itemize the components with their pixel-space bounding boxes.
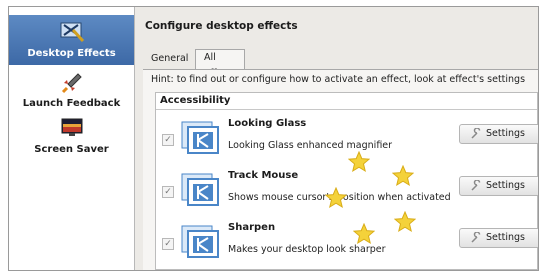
rocket-icon bbox=[60, 71, 84, 98]
effect-name: Sharpen bbox=[228, 222, 276, 233]
settings-button[interactable]: Settings bbox=[459, 124, 538, 147]
page-title: Configure desktop effects bbox=[145, 20, 298, 32]
track-mouse-star-icon bbox=[325, 187, 347, 209]
track-mouse-star-icon bbox=[348, 151, 370, 173]
settings-button[interactable]: Settings bbox=[459, 228, 538, 251]
effect-row-sharpen: ✓ Sharpen Makes your desktop look sharpe… bbox=[156, 214, 538, 266]
sidebar-item-label: Launch Feedback bbox=[22, 98, 121, 109]
wrench-icon bbox=[470, 179, 482, 199]
screen-saver-icon bbox=[60, 117, 84, 140]
settings-button-label: Settings bbox=[486, 128, 525, 139]
sidebar-item-desktop-effects[interactable]: Desktop Effects bbox=[9, 15, 134, 65]
track-mouse-star-icon bbox=[394, 211, 416, 233]
desktop-effects-window: Desktop Effects Launch Feedback Screen S… bbox=[8, 6, 539, 271]
tab-general[interactable]: General bbox=[143, 51, 196, 67]
wrench-icon bbox=[470, 231, 482, 251]
wrench-icon bbox=[470, 127, 482, 147]
sidebar-item-screen-saver[interactable]: Screen Saver bbox=[9, 111, 134, 161]
category-header: Accessibility bbox=[156, 93, 537, 110]
effect-checkbox[interactable]: ✓ bbox=[162, 134, 174, 146]
effect-icon bbox=[180, 224, 220, 260]
desktop-effects-icon bbox=[59, 21, 85, 46]
settings-button[interactable]: Settings bbox=[459, 176, 538, 199]
settings-button-label: Settings bbox=[486, 180, 525, 191]
page-header: Configure desktop effects bbox=[135, 7, 538, 43]
effect-icon bbox=[180, 120, 220, 156]
effects-list: Accessibility ✓ Looking Glass Looking Gl… bbox=[155, 92, 538, 270]
effect-name: Track Mouse bbox=[228, 170, 299, 181]
effect-checkbox[interactable]: ✓ bbox=[162, 238, 174, 250]
effect-row-looking-glass: ✓ Looking Glass Looking Glass enhanced m… bbox=[156, 110, 538, 162]
sidebar-item-label: Screen Saver bbox=[34, 144, 109, 155]
track-mouse-star-icon bbox=[392, 165, 414, 187]
effect-icon bbox=[180, 172, 220, 208]
effect-description: Looking Glass enhanced magnifier bbox=[228, 140, 393, 151]
track-mouse-star-icon bbox=[353, 223, 375, 245]
tab-all-effects[interactable]: All Effects bbox=[195, 49, 246, 79]
sidebar: Desktop Effects Launch Feedback Screen S… bbox=[9, 7, 135, 270]
sidebar-item-launch-feedback[interactable]: Launch Feedback bbox=[9, 65, 134, 115]
effect-description: Makes your desktop look sharper bbox=[228, 244, 386, 255]
effect-checkbox[interactable]: ✓ bbox=[162, 186, 174, 198]
hint-text: Hint: to find out or configure how to ac… bbox=[151, 74, 526, 85]
settings-button-label: Settings bbox=[486, 232, 525, 243]
all-effects-panel: Hint: to find out or configure how to ac… bbox=[143, 69, 538, 270]
sidebar-item-label: Desktop Effects bbox=[27, 48, 116, 59]
effect-name: Looking Glass bbox=[228, 118, 307, 129]
